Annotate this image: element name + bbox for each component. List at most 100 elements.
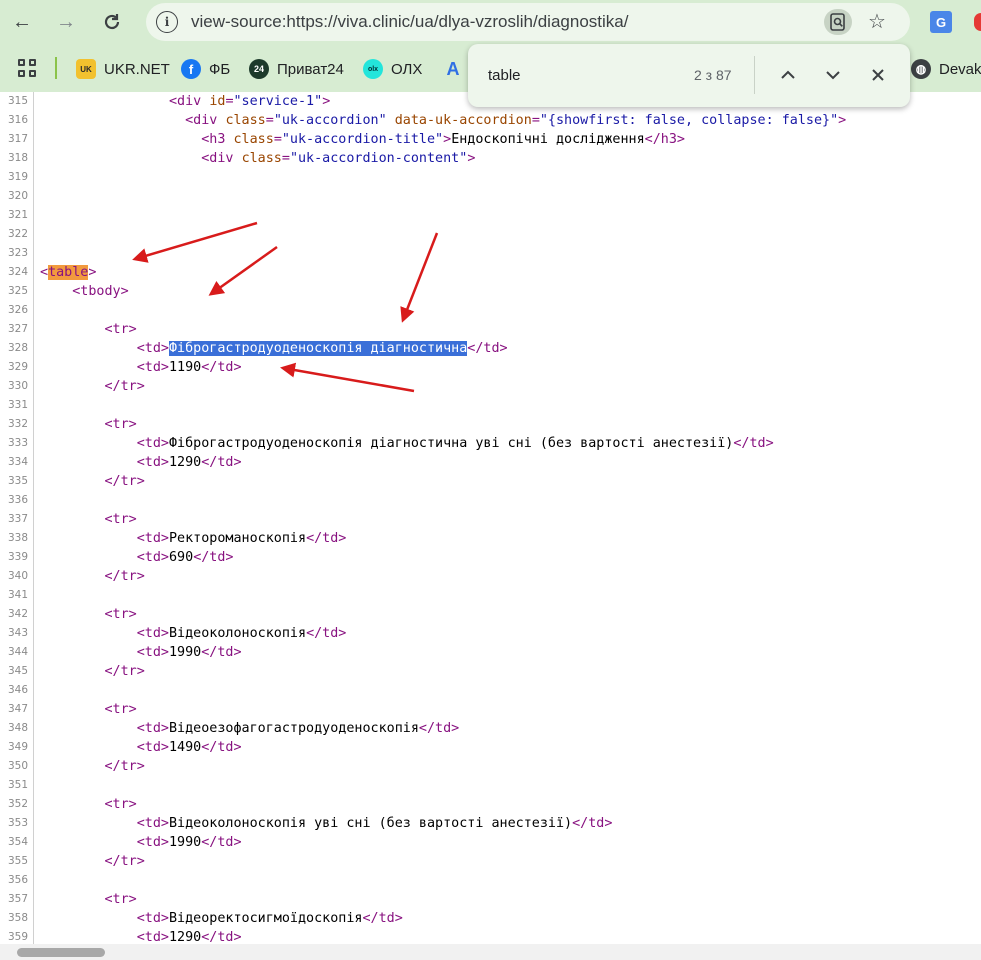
line-number: 328 [7, 342, 28, 354]
line-number: 316 [7, 114, 28, 126]
source-line: 349 <td>1490</td> [0, 738, 981, 757]
extension-red-icon[interactable] [974, 13, 981, 31]
find-previous-button[interactable] [775, 62, 801, 88]
line-number: 340 [7, 570, 28, 582]
source-line: 357 <tr> [0, 890, 981, 909]
source-line: 345 </tr> [0, 662, 981, 681]
site-info-icon[interactable]: i [156, 11, 178, 33]
line-number: 343 [7, 627, 28, 639]
source-line: 339 <td>690</td> [0, 548, 981, 567]
line-code: <tr> [104, 702, 137, 717]
source-line: 327 <tr> [0, 320, 981, 339]
line-code: <h3 class="uk-accordion-title">Ендоскопі… [201, 132, 685, 147]
line-number: 359 [7, 931, 28, 943]
line-number: 344 [7, 646, 28, 658]
source-line: 336 [0, 491, 981, 510]
bookmark-star-icon[interactable]: ☆ [868, 9, 886, 34]
line-number: 350 [7, 760, 28, 772]
line-number: 356 [7, 874, 28, 886]
line-code: <tr> [104, 892, 137, 907]
line-code: <td>690</td> [136, 550, 234, 565]
line-number: 338 [7, 532, 28, 544]
bookmark-label: Приват24 [277, 60, 344, 78]
line-number: 319 [7, 171, 28, 183]
find-divider [754, 56, 755, 94]
google-translate-extension-icon[interactable]: G [930, 11, 952, 33]
source-line: 350 </tr> [0, 757, 981, 776]
line-number: 348 [7, 722, 28, 734]
back-arrow-icon: ← [12, 10, 32, 33]
forward-button[interactable]: → [50, 6, 82, 38]
bookmark-devaka[interactable]: ◍ Devaka [911, 57, 981, 81]
line-number: 329 [7, 361, 28, 373]
source-line: 346 [0, 681, 981, 700]
source-view[interactable]: 315 <div id="service-1"> 316 <div class="… [0, 92, 981, 944]
line-code: <td>Відеоколоноскопія</td> [136, 626, 347, 641]
source-line: 325 <tbody> [0, 282, 981, 301]
source-line: 355 </tr> [0, 852, 981, 871]
bookmark-privat24[interactable]: 24 Приват24 [249, 57, 344, 81]
page-search-icon[interactable] [824, 9, 852, 35]
find-next-button[interactable] [820, 62, 846, 88]
line-code: <tr> [104, 797, 137, 812]
source-line: 341 [0, 586, 981, 605]
line-number: 354 [7, 836, 28, 848]
line-number: 330 [7, 380, 28, 392]
line-code: <td>Фіброгастродуоденоскопія діагностичн… [136, 341, 508, 356]
line-number: 331 [7, 399, 28, 411]
find-input[interactable]: table [488, 67, 521, 84]
bookmark-a[interactable]: A [443, 57, 463, 81]
find-close-button[interactable] [865, 62, 891, 88]
line-number: 318 [7, 152, 28, 164]
line-number: 342 [7, 608, 28, 620]
line-number: 332 [7, 418, 28, 430]
line-code: <tr> [104, 322, 137, 337]
line-number: 317 [7, 133, 28, 145]
line-code: <div class="uk-accordion-content"> [201, 151, 476, 166]
line-code: <td>Ректороманоскопія</td> [136, 531, 347, 546]
line-code: <div class="uk-accordion" data-uk-accord… [185, 113, 847, 128]
line-code: <tr> [104, 417, 137, 432]
line-code: <td>Відеоезофагогастродуоденоскопія</td> [136, 721, 460, 736]
source-line: 320 [0, 187, 981, 206]
bookmark-label: Devaka [939, 60, 981, 78]
line-code: </tr> [104, 854, 145, 869]
scrollbar-thumb[interactable] [17, 948, 105, 957]
source-line: 331 [0, 396, 981, 415]
source-line: 324 <table> [0, 263, 981, 282]
source-line: 329 <td>1190</td> [0, 358, 981, 377]
source-line: 334 <td>1290</td> [0, 453, 981, 472]
horizontal-scrollbar[interactable] [0, 944, 981, 960]
line-number: 336 [7, 494, 28, 506]
source-line: 354 <td>1990</td> [0, 833, 981, 852]
bookmark-olx[interactable]: olx ОЛХ [363, 57, 422, 81]
source-line: 333 <td>Фіброгастродуоденоскопія діагнос… [0, 434, 981, 453]
source-line: 342 <tr> [0, 605, 981, 624]
apps-grid-icon[interactable] [18, 59, 38, 79]
line-code: <tbody> [72, 284, 129, 299]
source-line: 337 <tr> [0, 510, 981, 529]
address-bar[interactable]: i view-source:https://viva.clinic/ua/dly… [146, 3, 910, 41]
source-line: 358 <td>Відеоректосигмоїдоскопія</td> [0, 909, 981, 928]
facebook-icon: f [181, 59, 201, 79]
source-line: 332 <tr> [0, 415, 981, 434]
forward-arrow-icon: → [56, 10, 76, 33]
bookmark-fb[interactable]: f ФБ [181, 57, 230, 81]
line-number: 321 [7, 209, 28, 221]
reload-button[interactable] [96, 6, 128, 38]
line-number: 327 [7, 323, 28, 335]
bookmark-ukrnet[interactable]: UK UKR.NET [76, 57, 170, 81]
line-code: </tr> [104, 569, 145, 584]
line-number: 339 [7, 551, 28, 563]
line-code: </tr> [104, 759, 145, 774]
line-code: </tr> [104, 379, 145, 394]
line-number: 347 [7, 703, 28, 715]
line-number: 322 [7, 228, 28, 240]
source-line: 321 [0, 206, 981, 225]
source-line: 330 </tr> [0, 377, 981, 396]
source-line: 348 <td>Відеоезофагогастродуоденоскопія<… [0, 719, 981, 738]
back-button[interactable]: ← [6, 6, 38, 38]
line-number: 357 [7, 893, 28, 905]
url-text[interactable]: view-source:https://viva.clinic/ua/dlya-… [191, 12, 628, 32]
line-number: 341 [7, 589, 28, 601]
